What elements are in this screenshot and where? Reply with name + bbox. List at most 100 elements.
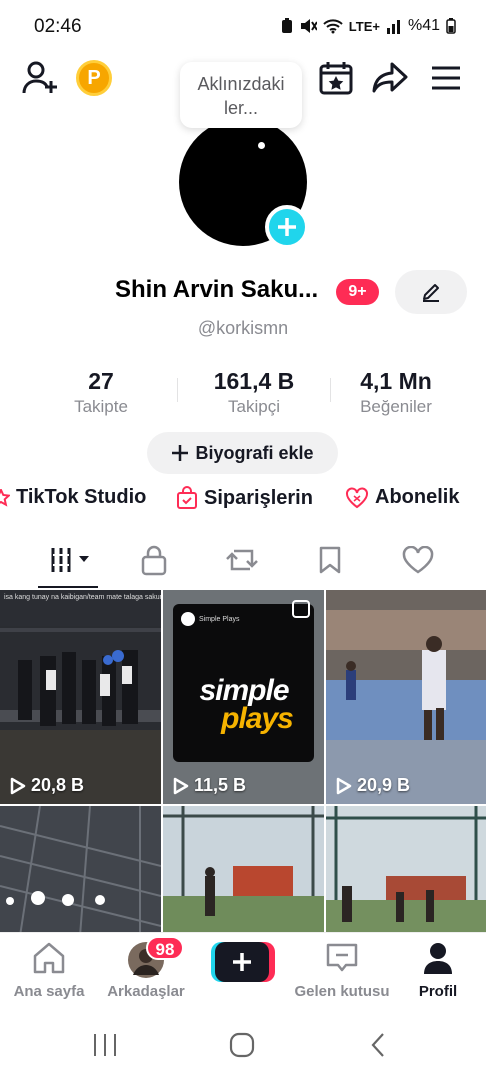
play-icon xyxy=(10,777,26,794)
stat-divider xyxy=(330,378,331,402)
add-friend-button[interactable] xyxy=(18,56,62,100)
back-chevron-icon[interactable] xyxy=(368,1031,388,1059)
outdoor-court-players-image xyxy=(326,806,486,936)
stat-likes-label: Beğeniler xyxy=(360,397,432,416)
signal-icon xyxy=(386,20,400,34)
logo-plays: plays xyxy=(221,702,294,735)
wifi-icon xyxy=(323,19,343,34)
heart-outline-icon xyxy=(346,486,368,508)
coins-button[interactable]: P xyxy=(76,60,112,96)
channel-logo-icon xyxy=(181,612,195,626)
battery-icon xyxy=(446,18,456,34)
outdoor-court-image xyxy=(163,806,324,936)
video-card: Simple Plays simple plays xyxy=(173,604,314,762)
video-tile[interactable]: isa kang tunay na kaibigan/team mate tal… xyxy=(0,590,161,804)
profile-name: Shin Arvin Saku... xyxy=(115,276,319,303)
create-button-core xyxy=(215,942,269,982)
stat-likes-value: 4,1 Mn xyxy=(360,368,432,394)
edit-profile-button[interactable] xyxy=(395,270,467,314)
plus-icon xyxy=(172,445,189,461)
nav-profile[interactable]: Profil xyxy=(408,941,468,1000)
tab-reposts[interactable] xyxy=(212,538,272,582)
channel-name: Simple Plays xyxy=(199,615,240,623)
add-bio-button[interactable]: Biyografi ekle xyxy=(147,432,338,474)
network-type: LTE+ xyxy=(348,18,380,34)
tab-liked[interactable] xyxy=(388,538,448,582)
view-count: 20,9 B xyxy=(336,775,410,796)
status-icons: LTE+ %41 xyxy=(281,17,456,35)
pencil-icon xyxy=(423,284,439,302)
bag-icon xyxy=(177,486,197,509)
status-time: 02:46 xyxy=(34,16,82,37)
calendar-button[interactable] xyxy=(314,56,358,100)
video-tile[interactable]: 20,9 B xyxy=(326,590,486,804)
heart-icon xyxy=(402,546,434,574)
bookmark-icon xyxy=(319,546,341,574)
stat-following[interactable]: 27 Takipte xyxy=(62,368,140,417)
lock-icon xyxy=(141,545,167,576)
share-button[interactable] xyxy=(368,56,412,100)
link-orders[interactable]: Siparişlerin xyxy=(176,486,313,510)
link-tiktok-studio[interactable]: TikTok Studio xyxy=(0,486,146,509)
notification-icon xyxy=(281,18,292,33)
status-bar: 02:46 LTE+ %41 xyxy=(0,0,486,52)
home-circle-icon[interactable] xyxy=(228,1031,256,1059)
play-icon xyxy=(336,777,352,794)
view-count: 11,5 B xyxy=(173,775,246,796)
video-tile[interactable]: Simple Plays simple plays 11,5 B xyxy=(163,590,324,804)
channel-header: Simple Plays xyxy=(181,612,239,626)
stat-following-label: Takipte xyxy=(74,397,128,416)
stat-likes[interactable]: 4,1 Mn Beğeniler xyxy=(350,368,442,417)
stat-following-value: 27 xyxy=(88,368,114,394)
battery-percent: %41 xyxy=(407,17,440,34)
profile-links: TikTok Studio Siparişlerin Abonelik xyxy=(0,486,486,516)
add-story-button[interactable] xyxy=(265,205,309,249)
active-tab-indicator xyxy=(38,586,98,588)
view-count: 20,8 B xyxy=(10,775,84,796)
multi-post-icon xyxy=(292,600,310,618)
coin-icon: P xyxy=(87,66,101,89)
video-tile[interactable] xyxy=(163,806,324,936)
tab-videos[interactable] xyxy=(42,538,102,582)
add-bio-label: Biyografi ekle xyxy=(195,442,314,463)
basketball-court-image xyxy=(326,590,486,804)
share-arrow-icon xyxy=(372,62,408,93)
view-count-value: 11,5 B xyxy=(194,775,247,795)
videos-grid-icon xyxy=(51,548,89,572)
create-button[interactable] xyxy=(211,940,275,984)
profile-tabs xyxy=(0,538,486,590)
note-bubble[interactable]: Aklınızdaki ler... xyxy=(180,62,302,128)
add-user-icon xyxy=(22,61,57,94)
gym-ceiling-image xyxy=(0,806,161,936)
stat-divider xyxy=(177,378,178,402)
video-tile[interactable] xyxy=(326,806,486,936)
video-tile[interactable] xyxy=(0,806,161,936)
link-subscription[interactable]: Abonelik xyxy=(345,486,459,509)
plus-icon xyxy=(278,218,296,236)
nav-inbox[interactable]: Gelen kutusu xyxy=(290,941,394,1000)
star-icon xyxy=(0,488,10,507)
link-tiktok-studio-label: TikTok Studio xyxy=(16,486,147,508)
system-nav xyxy=(0,1010,486,1080)
nav-inbox-label: Gelen kutusu xyxy=(294,983,390,1000)
link-subscription-label: Abonelik xyxy=(375,486,460,508)
tab-favorites[interactable] xyxy=(300,538,360,582)
profile-handle: @korkismn xyxy=(197,318,289,338)
inbox-icon xyxy=(326,943,358,972)
recent-apps-icon[interactable] xyxy=(90,1032,120,1058)
view-count-value: 20,8 B xyxy=(31,775,85,795)
stat-followers[interactable]: 161,4 B Takipçi xyxy=(200,368,308,417)
link-orders-label: Siparişlerin xyxy=(204,486,313,509)
tab-private[interactable] xyxy=(124,538,184,582)
profile-icon xyxy=(424,943,452,974)
avatar-highlight xyxy=(258,142,265,149)
home-icon xyxy=(33,942,65,974)
repost-icon xyxy=(226,549,258,571)
menu-button[interactable] xyxy=(424,56,468,100)
notification-badge[interactable]: 9+ xyxy=(336,279,379,305)
calendar-star-icon xyxy=(319,62,353,95)
note-bubble-line1: Aklınızdaki xyxy=(197,74,285,94)
view-count-value: 20,9 B xyxy=(357,775,411,795)
nav-home[interactable]: Ana sayfa xyxy=(10,941,88,1000)
nav-friends-label: Arkadaşlar xyxy=(107,983,185,1000)
